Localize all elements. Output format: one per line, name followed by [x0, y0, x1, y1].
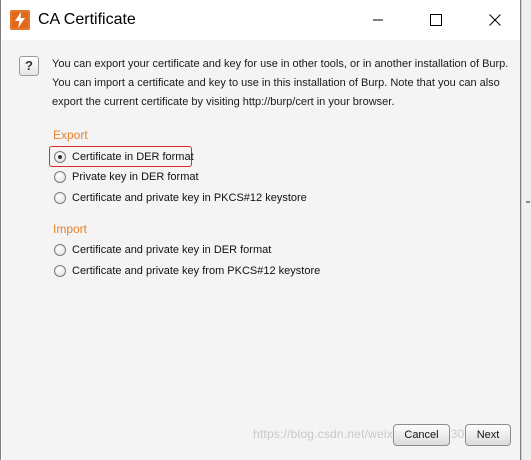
minimize-icon: [373, 19, 383, 21]
window-title: CA Certificate: [38, 11, 136, 28]
next-button[interactable]: Next: [465, 424, 511, 446]
radio-button[interactable]: [54, 265, 66, 277]
intro-text: You can export your certificate and key …: [52, 58, 509, 108]
option-label: Certificate and private key in DER forma…: [72, 244, 272, 256]
close-icon: [489, 14, 501, 26]
maximize-button[interactable]: [413, 0, 459, 40]
import-heading: Import: [53, 222, 88, 236]
option-label: Certificate and private key from PKCS#12…: [72, 265, 321, 277]
option-import-cert-key-der[interactable]: Certificate and private key in DER forma…: [54, 240, 271, 260]
minimize-button[interactable]: [355, 0, 401, 40]
radio-button-checked[interactable]: [54, 151, 66, 163]
option-label: Certificate and private key in PKCS#12 k…: [72, 192, 307, 204]
background-window: [521, 0, 531, 460]
export-heading: Export: [53, 128, 88, 142]
radio-button[interactable]: [54, 171, 66, 183]
title-bar[interactable]: CA Certificate: [1, 0, 520, 40]
burp-lightning-icon: [10, 10, 30, 30]
maximize-icon: [430, 14, 442, 26]
dialog-content: ? You can export your certificate and ke…: [2, 40, 520, 460]
question-mark-icon[interactable]: ?: [19, 56, 39, 76]
option-label: Certificate in DER format: [72, 151, 194, 163]
option-import-cert-key-pkcs12[interactable]: Certificate and private key from PKCS#12…: [54, 261, 320, 281]
ca-certificate-dialog: CA Certificate ? You can export your cer…: [0, 0, 521, 460]
option-private-key-der[interactable]: Private key in DER format: [54, 167, 199, 187]
radio-button[interactable]: [54, 192, 66, 204]
option-cert-key-pkcs12[interactable]: Certificate and private key in PKCS#12 k…: [54, 188, 307, 208]
close-button[interactable]: [472, 0, 518, 40]
background-mark: [526, 201, 530, 203]
option-certificate-der[interactable]: Certificate in DER format: [54, 147, 194, 167]
radio-button[interactable]: [54, 244, 66, 256]
option-label: Private key in DER format: [72, 171, 199, 183]
cancel-button[interactable]: Cancel: [393, 424, 450, 446]
